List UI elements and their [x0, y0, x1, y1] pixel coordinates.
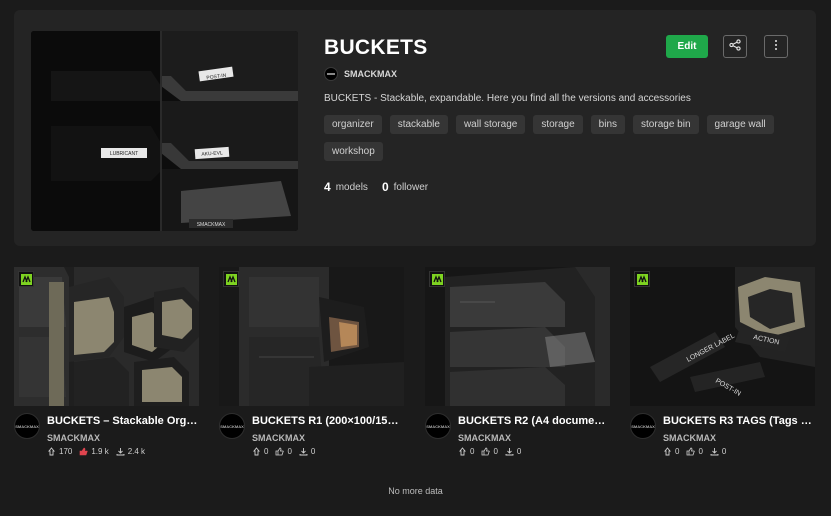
more-vertical-icon	[774, 38, 778, 56]
download-count: 2.4 k	[127, 447, 146, 456]
printable-badge-icon	[223, 271, 239, 287]
model-stats: 0 0 0	[663, 447, 731, 456]
boost-icon	[47, 447, 56, 456]
models-label: models	[335, 181, 368, 193]
tag-chip[interactable]: organizer	[324, 115, 382, 134]
boost-count: 0	[470, 447, 475, 456]
like-count: 0	[287, 447, 292, 456]
tag-chip[interactable]: garage wall	[706, 115, 774, 134]
collection-description: BUCKETS - Stackable, expandable. Here yo…	[324, 93, 691, 104]
like-icon[interactable]	[481, 447, 491, 456]
like-count: 0	[698, 447, 703, 456]
download-icon	[299, 447, 308, 456]
share-button[interactable]	[723, 35, 747, 58]
author-name[interactable]: SMACKMAX	[344, 69, 397, 79]
model-author-avatar[interactable]: SMACKMAX	[219, 413, 245, 439]
like-icon[interactable]	[686, 447, 696, 456]
cover-label-lubricant: LUBRICANT	[110, 151, 138, 157]
model-author[interactable]: SMACKMAX	[663, 433, 716, 443]
tag-chip[interactable]: wall storage	[455, 115, 526, 134]
boost-icon	[663, 447, 672, 456]
edit-button[interactable]: Edit	[666, 35, 708, 58]
model-stats: 0 0 0	[458, 447, 526, 456]
tag-chip[interactable]: storage bin	[633, 115, 699, 134]
model-author[interactable]: SMACKMAX	[458, 433, 511, 443]
model-card[interactable]: SMACKMAX BUCKETS – Stackable Orga... SMA…	[14, 267, 199, 456]
collection-header: POST-IN LUBRICANT AKU-EVL SMACKMAX BUCKE…	[14, 10, 816, 246]
model-card[interactable]: SMACKMAX BUCKETS R1 (200×100/150×... SMA…	[219, 267, 404, 456]
tag-chip[interactable]: stackable	[389, 115, 448, 134]
model-card[interactable]: SMACKMAX BUCKETS R2 (A4 document... SMAC…	[425, 267, 610, 456]
model-title[interactable]: BUCKETS R2 (A4 document...	[458, 415, 610, 427]
collection-author[interactable]: SMACKMAX	[324, 67, 397, 81]
boost-icon	[458, 447, 467, 456]
tag-chip[interactable]: workshop	[324, 142, 383, 161]
model-stats: 0 0 0	[252, 447, 320, 456]
followers-label: follower	[393, 181, 429, 193]
model-author-avatar[interactable]: SMACKMAX	[425, 413, 451, 439]
collection-stats: 4 models 0 follower	[324, 180, 442, 194]
like-icon[interactable]	[275, 447, 285, 456]
model-author[interactable]: SMACKMAX	[252, 433, 305, 443]
download-icon	[116, 447, 125, 456]
author-avatar[interactable]	[324, 67, 338, 81]
model-card[interactable]: LONGER LABEL ACTION POST-IN SMACKMAX BUC…	[630, 267, 815, 456]
models-count: 4	[324, 180, 331, 194]
model-thumbnail[interactable]	[425, 267, 610, 406]
followers-count: 0	[381, 180, 389, 194]
boost-icon	[252, 447, 261, 456]
collection-title: BUCKETS	[324, 36, 428, 59]
download-count: 0	[516, 447, 522, 456]
like-count: 0	[493, 447, 498, 456]
no-more-data-note: No more data	[388, 486, 443, 496]
like-icon[interactable]	[79, 447, 88, 456]
model-title[interactable]: BUCKETS – Stackable Orga...	[47, 415, 199, 427]
model-thumbnail[interactable]: LONGER LABEL ACTION POST-IN	[630, 267, 815, 406]
more-options-button[interactable]	[764, 35, 788, 58]
model-thumbnail[interactable]	[219, 267, 404, 406]
tag-list: organizer stackable wall storage storage…	[324, 115, 784, 161]
download-count: 0	[721, 447, 727, 456]
printable-badge-icon	[429, 271, 445, 287]
printable-badge-icon	[634, 271, 650, 287]
boost-count: 0	[675, 447, 680, 456]
model-title[interactable]: BUCKETS R1 (200×100/150×...	[252, 415, 404, 427]
model-author[interactable]: SMACKMAX	[47, 433, 100, 443]
collection-cover-image: POST-IN LUBRICANT AKU-EVL SMACKMAX	[31, 31, 298, 231]
printable-badge-icon	[18, 271, 34, 287]
download-icon	[710, 447, 719, 456]
model-title[interactable]: BUCKETS R3 TAGS (Tags for...	[663, 415, 815, 427]
model-author-avatar[interactable]: SMACKMAX	[14, 413, 40, 439]
model-author-avatar[interactable]: SMACKMAX	[630, 413, 656, 439]
model-thumbnail[interactable]	[14, 267, 199, 406]
like-count: 1.9 k	[91, 447, 109, 456]
boost-count: 170	[59, 447, 73, 456]
boost-count: 0	[264, 447, 269, 456]
cover-label-brand: SMACKMAX	[197, 222, 226, 228]
download-icon	[505, 447, 514, 456]
tag-chip[interactable]: storage	[533, 115, 583, 134]
tag-chip[interactable]: bins	[590, 115, 626, 134]
share-icon	[729, 38, 741, 56]
model-stats: 170 1.9 k 2.4 k	[47, 447, 150, 456]
download-count: 0	[310, 447, 316, 456]
